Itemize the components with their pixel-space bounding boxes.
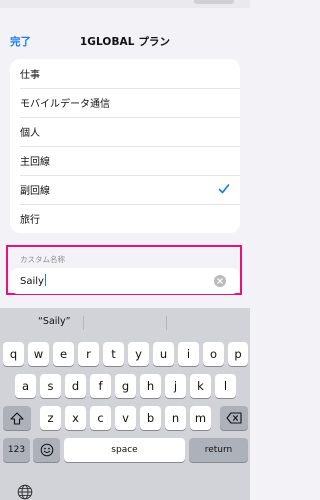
key-v[interactable]: v (115, 406, 136, 430)
checkmark-icon (218, 184, 230, 194)
custom-name-input[interactable]: Saily (10, 268, 240, 294)
key-p[interactable]: p (228, 342, 248, 366)
list-item-label: 副回線 (20, 186, 50, 197)
list-item-label: 主回線 (20, 157, 50, 168)
key-s[interactable]: s (40, 374, 61, 398)
key-k[interactable]: k (190, 374, 211, 398)
list-item-personal[interactable]: 個人 (10, 117, 240, 146)
plan-name-screen: 完了 1GLOBAL プラン 仕事 モバイルデータ通信 個人 主回線 副回線 旅… (0, 0, 250, 500)
key-h[interactable]: h (140, 374, 161, 398)
status-indicators (194, 0, 234, 4)
globe-icon[interactable] (17, 484, 33, 500)
return-key[interactable]: return (189, 438, 248, 462)
key-l[interactable]: l (215, 374, 236, 398)
page-title: 1GLOBAL プラン (79, 36, 171, 48)
key-b[interactable]: b (140, 406, 161, 430)
key-t[interactable]: t (103, 342, 124, 366)
suggestion-item[interactable]: “Saily” (38, 316, 71, 327)
suggestion-bar: “Saily” (0, 308, 250, 338)
key-u[interactable]: u (153, 342, 174, 366)
list-item-label: 旅行 (20, 215, 40, 226)
suggestion-divider (166, 316, 167, 330)
shift-icon (10, 411, 24, 425)
key-w[interactable]: w (28, 342, 49, 366)
key-z[interactable]: z (40, 406, 61, 430)
key-c[interactable]: c (90, 406, 111, 430)
navigation-bar: 完了 1GLOBAL プラン (0, 30, 250, 52)
text-caret (44, 274, 46, 286)
plan-label-list: 仕事 モバイルデータ通信 個人 主回線 副回線 旅行 (10, 59, 240, 233)
custom-name-value: Saily (20, 274, 46, 287)
key-d[interactable]: d (65, 374, 86, 398)
status-bar (0, 0, 250, 8)
list-item-work[interactable]: 仕事 (10, 59, 240, 88)
shift-key[interactable] (3, 406, 31, 430)
space-key[interactable]: space (64, 438, 185, 462)
clear-text-icon[interactable] (214, 275, 226, 287)
key-r[interactable]: r (78, 342, 99, 366)
keyboard: “Saily” q w e r t y u i o p a s d f g h … (0, 308, 250, 500)
key-g[interactable]: g (115, 374, 136, 398)
list-item-label: モバイルデータ通信 (20, 99, 110, 110)
delete-key[interactable] (220, 406, 248, 430)
list-item-primary[interactable]: 主回線 (10, 146, 240, 175)
list-item-mobile-data[interactable]: モバイルデータ通信 (10, 88, 240, 117)
list-item-label: 個人 (20, 128, 40, 139)
list-item-travel[interactable]: 旅行 (10, 204, 240, 233)
delete-backspace-icon (226, 412, 242, 424)
key-q[interactable]: q (3, 342, 24, 366)
key-a[interactable]: a (15, 374, 36, 398)
emoji-key[interactable] (33, 438, 60, 462)
key-e[interactable]: e (53, 342, 74, 366)
key-f[interactable]: f (90, 374, 111, 398)
numbers-key[interactable]: 123 (3, 438, 30, 462)
key-n[interactable]: n (165, 406, 186, 430)
list-item-secondary[interactable]: 副回線 (10, 175, 240, 204)
custom-name-label: カスタム名称 (20, 255, 65, 264)
key-o[interactable]: o (203, 342, 224, 366)
key-m[interactable]: m (190, 406, 211, 430)
key-x[interactable]: x (65, 406, 86, 430)
key-j[interactable]: j (165, 374, 186, 398)
key-i[interactable]: i (178, 342, 199, 366)
list-item-label: 仕事 (20, 70, 40, 81)
key-y[interactable]: y (128, 342, 149, 366)
suggestion-divider (83, 316, 84, 330)
emoji-icon (40, 443, 53, 457)
